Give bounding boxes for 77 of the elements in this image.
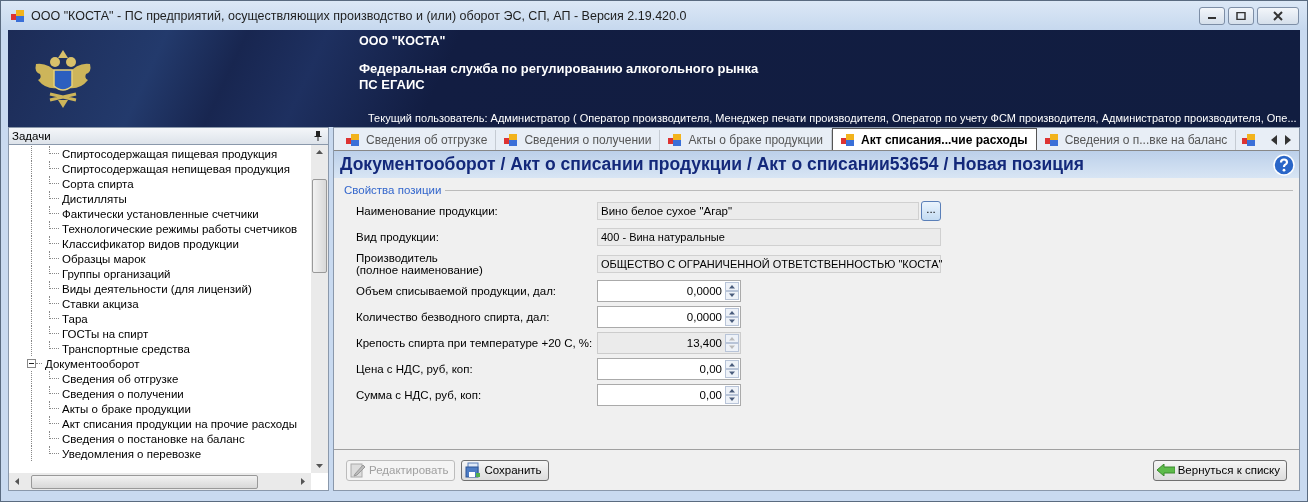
number-field[interactable]: 0,00 <box>597 358 741 380</box>
scroll-down-icon <box>316 464 323 468</box>
spin-arrows-icon[interactable] <box>725 308 739 326</box>
scroll-up-icon <box>316 150 323 154</box>
tree-item[interactable]: Виды деятельности (для лицензий) <box>61 282 253 295</box>
scroll-left-icon[interactable] <box>1271 135 1277 145</box>
pin-icon[interactable] <box>314 131 322 141</box>
page-heading: Документооборот / Акт о списании продукции / Акт о списании53654 / Новая позиция <box>340 154 1084 175</box>
field-label: Объем списываемой продукции, дал: <box>356 285 558 297</box>
tree-item[interactable]: Транспортные средства <box>61 342 191 355</box>
pencil-icon <box>350 462 366 478</box>
panel-title: Задачи <box>12 130 51 142</box>
tree-item[interactable]: Технологические режимы работы счетчиков <box>61 222 299 235</box>
maximize-button[interactable] <box>1228 6 1254 25</box>
field-label: Наименование продукции: <box>356 205 499 217</box>
agency-name: Федеральная служба по регулированию алкогольного рынка <box>359 61 759 77</box>
tree-item[interactable]: Тара <box>61 312 89 325</box>
minimize-button[interactable] <box>1199 6 1225 25</box>
colored-squares-icon <box>1242 133 1257 147</box>
tree-item[interactable]: Образцы марок <box>61 252 147 265</box>
vertical-scrollbar[interactable] <box>311 145 328 473</box>
tree-item[interactable]: Акт списания продукции на прочие расходы <box>61 417 298 430</box>
maximize-icon <box>1236 11 1246 20</box>
field-label: Сумма с НДС, руб, коп: <box>356 389 483 401</box>
tree-item[interactable]: Сорта спирта <box>61 177 135 190</box>
tree-item[interactable]: Сведения об отгрузке <box>61 372 180 385</box>
tree-item[interactable]: ГОСТы на спирт <box>61 327 150 340</box>
tree-item[interactable]: Классификатор видов продукции <box>61 237 240 250</box>
readonly-field: 400 - Вина натуральные <box>597 228 941 246</box>
system-name: ПС ЕГАИС <box>359 77 426 93</box>
field-label: Производитель (полное наименование) <box>356 252 484 276</box>
scroll-left-icon <box>15 478 19 485</box>
field-label: Вид продукции: <box>356 231 440 243</box>
tree-item[interactable]: Спиртосодержащая пищевая продукция <box>61 147 279 160</box>
tree-item[interactable]: Ставки акциза <box>61 297 140 310</box>
colored-squares-icon <box>346 133 360 147</box>
colored-squares-icon <box>668 133 683 147</box>
tree-item[interactable]: Акты о браке продукции <box>61 402 192 415</box>
field-label: Крепость спирта при температуре +20 С, %: <box>356 337 594 349</box>
group-title: Свойства позиции <box>344 184 442 196</box>
number-field[interactable]: 0,00 <box>597 384 741 406</box>
tab[interactable]: Акт списания...чие расходы <box>832 128 1037 150</box>
spin-arrows-icon[interactable] <box>725 386 739 404</box>
number-field[interactable]: 0,0000 <box>597 280 741 302</box>
save-button[interactable]: Сохранить <box>461 459 549 481</box>
help-icon[interactable] <box>1273 153 1295 176</box>
tree-item[interactable]: Сведения о получении <box>61 387 185 400</box>
spin-arrows-icon[interactable] <box>725 360 739 378</box>
window-title: ООО "КОСТА" - ПС предприятий, осуществляющих производство и (или) оборот ЭС, СП, АП - Версия 2.19.420.0 <box>31 8 688 23</box>
current-user-text: Текущий пользователь: Администратор ( Оператор производителя, Менеджер печати производителя, Оператор по учету ФСМ производителя, Администратор производителя, Опе... <box>368 112 1297 124</box>
readonly-field: ОБЩЕСТВО С ОГРАНИЧЕННОЙ ОТВЕТСТВЕННОСТЬЮ "КОСТА" <box>597 255 941 273</box>
tree-item[interactable]: Спиртосодержащая непищевая продукция <box>61 162 291 175</box>
back-button[interactable]: Вернуться к списку <box>1152 459 1287 481</box>
colored-squares-icon <box>1044 133 1059 147</box>
number-field[interactable]: 0,0000 <box>597 306 741 328</box>
collapse-icon[interactable] <box>27 359 36 368</box>
spin-arrows-icon[interactable] <box>725 282 739 300</box>
field-label: Количество безводного спирта, дал: <box>356 311 551 323</box>
arrow-left-icon <box>1156 464 1175 476</box>
product-name-field: Вино белое сухое "Агар" <box>597 202 919 220</box>
horizontal-scrollbar[interactable] <box>9 473 311 490</box>
tree-item[interactable]: Документооборот <box>44 357 141 370</box>
organization-name: ООО "КОСТА" <box>359 34 447 48</box>
scroll-right-icon[interactable] <box>1285 135 1291 145</box>
colored-squares-icon <box>504 133 519 147</box>
field-label: Цена с НДС, руб, коп: <box>356 363 474 375</box>
app-icon <box>11 8 25 23</box>
tree-item[interactable]: Дистилляты <box>61 192 128 205</box>
tree-item[interactable]: Фактически установленные счетчики <box>61 207 260 220</box>
scroll-right-icon <box>301 478 305 485</box>
close-icon <box>1272 10 1284 21</box>
tree-item[interactable]: Сведения о постановке на баланс <box>61 432 246 445</box>
close-button[interactable] <box>1257 6 1299 25</box>
tree-item[interactable]: Уведомления о перевозке <box>61 447 203 460</box>
tree-item[interactable]: Группы организаций <box>61 267 172 280</box>
browse-button[interactable]: ... <box>921 201 941 221</box>
colored-squares-icon <box>841 132 856 147</box>
